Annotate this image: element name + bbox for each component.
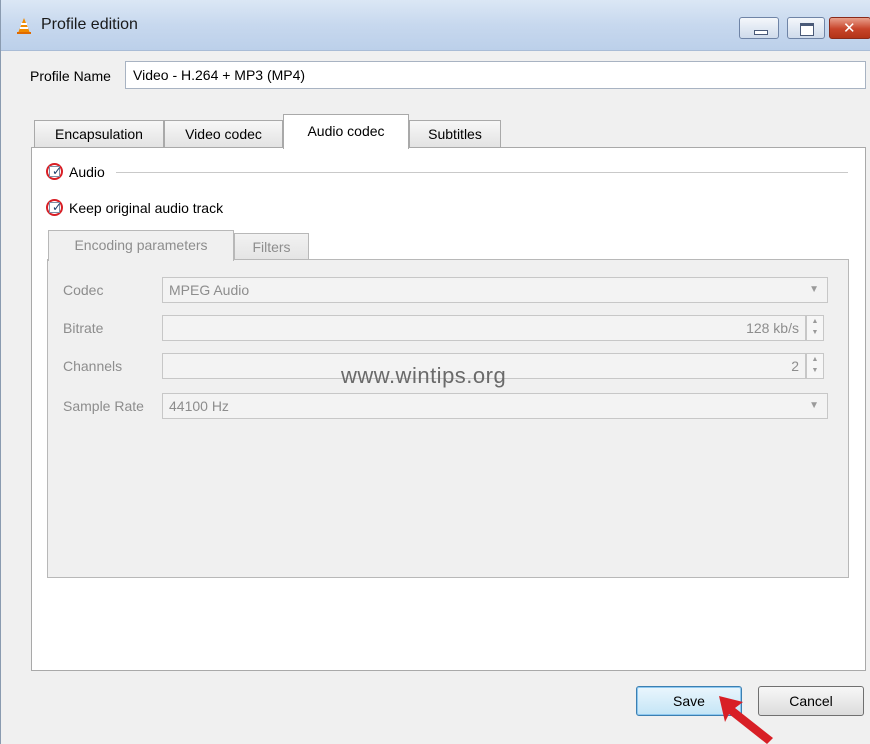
bitrate-spinbox[interactable]: 128 kb/s [162, 315, 806, 341]
bitrate-value: 128 kb/s [746, 320, 799, 336]
codec-value: MPEG Audio [169, 282, 250, 298]
profile-name-input[interactable]: Video - H.264 + MP3 (MP4) [125, 61, 866, 89]
channels-spin-buttons[interactable]: ▲ ▼ [806, 353, 824, 379]
audio-checkbox[interactable]: ✓ [46, 163, 63, 180]
red-pointer-arrow-icon [719, 696, 773, 744]
close-icon: ✕ [843, 20, 856, 37]
audio-checkbox-label: Audio [69, 164, 105, 180]
tab-video-codec[interactable]: Video codec [164, 120, 283, 148]
tab-subtitles[interactable]: Subtitles [409, 120, 501, 148]
spin-up-icon: ▲ [811, 318, 819, 325]
checkmark-icon: ✓ [52, 164, 63, 178]
title-bar[interactable]: Profile edition ✕ [1, 0, 870, 51]
minimize-icon [754, 30, 768, 35]
checkbox-box: ✓ [49, 164, 63, 178]
bitrate-label: Bitrate [63, 320, 104, 336]
spin-down-icon: ▼ [811, 367, 819, 374]
sample-rate-label: Sample Rate [63, 398, 144, 414]
subtab-encoding-parameters[interactable]: Encoding parameters [48, 230, 234, 261]
tab-audio-codec[interactable]: Audio codec [283, 114, 409, 149]
maximize-icon [800, 23, 814, 36]
watermark: www.wintips.org [341, 363, 507, 388]
bitrate-spin-buttons[interactable]: ▲ ▼ [806, 315, 824, 341]
checkbox-box: ✓ [49, 200, 63, 214]
close-button[interactable]: ✕ [829, 17, 870, 39]
maximize-button[interactable] [787, 17, 825, 39]
vlc-cone-icon [17, 18, 31, 34]
codec-select[interactable]: MPEG Audio ▼ [162, 277, 828, 303]
spin-up-icon: ▲ [811, 356, 819, 363]
minimize-button[interactable] [739, 17, 779, 39]
audio-group-divider [116, 172, 848, 173]
sample-rate-value: 44100 Hz [169, 398, 229, 414]
subtab-filters[interactable]: Filters [234, 233, 309, 260]
profile-edition-window: Profile edition ✕ Profile Name Video - H… [0, 0, 870, 744]
keep-original-audio-checkbox[interactable]: ✓ [46, 199, 63, 216]
channels-label: Channels [63, 358, 123, 374]
tab-encapsulation[interactable]: Encapsulation [34, 120, 164, 148]
window-title: Profile edition [41, 16, 138, 33]
spin-down-icon: ▼ [811, 329, 819, 336]
codec-label: Codec [63, 282, 104, 298]
channels-value: 2 [791, 358, 799, 374]
chevron-down-icon: ▼ [809, 284, 819, 295]
sample-rate-select[interactable]: 44100 Hz ▼ [162, 393, 828, 419]
keep-original-audio-label: Keep original audio track [69, 200, 224, 216]
checkmark-icon: ✓ [52, 200, 63, 214]
profile-name-label: Profile Name [30, 68, 111, 84]
chevron-down-icon: ▼ [809, 400, 819, 411]
